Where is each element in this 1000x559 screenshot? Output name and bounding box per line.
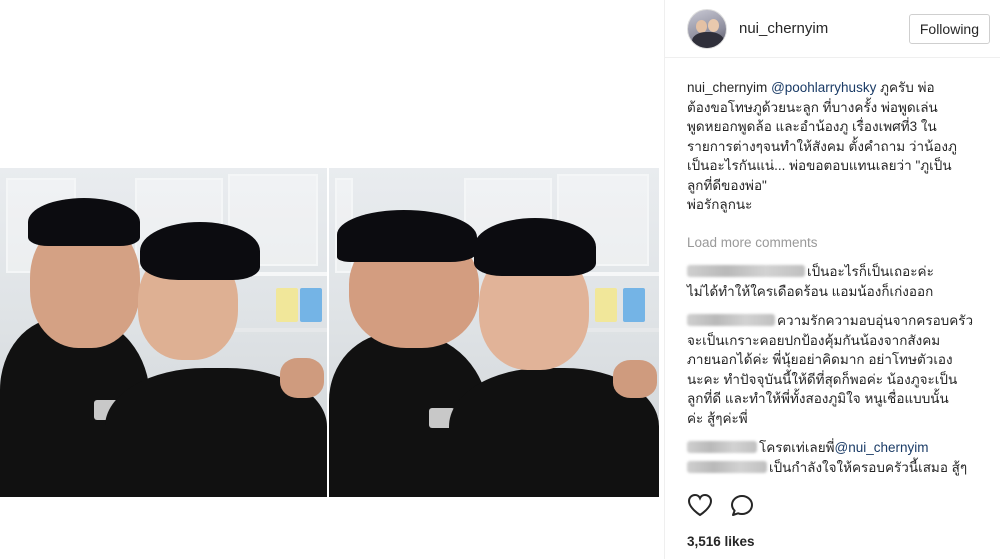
- blurred-username[interactable]: [687, 314, 775, 326]
- caption-line: พูดหยอกพูดล้อ และอำน้องภู เรื่องเพศที่3 …: [687, 119, 937, 134]
- comment-text: เป็นกำลังใจให้ครอบครัวนี้เสมอ สู้ๆ: [769, 459, 968, 475]
- post-header: nui_chernyim Following: [665, 0, 1000, 58]
- comment-text: ภายนอกได้ค่ะ พี่นุ้ยอย่าคิดมาก อย่าโทษตั…: [687, 352, 953, 367]
- comments-section: nui_chernyim @poohlarryhusky ภูครับ พ่อ …: [687, 78, 986, 477]
- blurred-username[interactable]: [687, 265, 805, 277]
- caption-line: ต้องขอโทษภูด้วยนะลูก ที่บางครั้ง พ่อพูดเ…: [687, 99, 938, 115]
- likes-count[interactable]: 3,516 likes: [687, 534, 755, 549]
- post-image-area[interactable]: [0, 0, 664, 559]
- comment-item: โครตเท่เลยพี่@nui_chernyim เป็นกำลังใจให…: [687, 438, 986, 477]
- comment-item: เป็นอะไรก็เป็นเถอะค่ะ ไม่ได้ทำให้ใครเดือ…: [687, 262, 986, 301]
- blurred-username[interactable]: [687, 460, 767, 473]
- following-button[interactable]: Following: [908, 13, 990, 44]
- caption-mention[interactable]: @poohlarryhusky: [771, 80, 876, 95]
- comment-text: ไม่ได้ทำให้ใครเดือดร้อน แอมน้องก็เก่งออก: [687, 283, 934, 299]
- comment-text: นะคะ ทำปัจจุบันนี้ให้ดีที่สุดก็พอค่ะ น้อ…: [687, 371, 958, 387]
- caption-username[interactable]: nui_chernyim: [687, 80, 767, 95]
- comment-text: ค่ะ สู้ๆค่ะพี่: [687, 410, 748, 426]
- caption-line: ลูกที่ดีของพ่อ": [687, 177, 767, 193]
- post-photo-right: [329, 168, 659, 497]
- post-caption: nui_chernyim @poohlarryhusky ภูครับ พ่อ …: [687, 78, 986, 215]
- caption-line: ภูครับ พ่อ: [876, 80, 935, 95]
- comment-text: จะเป็นเกราะคอยปกป้องคุ้มกันน้องจากสังคม: [687, 332, 941, 348]
- post-photo-left: [0, 168, 327, 497]
- caption-line: รายการต่างๆจนทำให้สังคม ตั้งคำถาม ว่าน้อ…: [687, 138, 957, 154]
- caption-line: เป็นอะไรกันแน่... พ่อขอตอบแทนเลยว่า "ภูเ…: [687, 158, 952, 173]
- comment-text: โครตเท่เลยพี่: [759, 440, 835, 455]
- avatar[interactable]: [687, 8, 727, 49]
- heart-icon[interactable]: [687, 493, 713, 517]
- comment-text: เป็นอะไรก็เป็นเถอะค่ะ: [807, 264, 934, 279]
- blurred-username[interactable]: [687, 441, 757, 453]
- load-more-comments-link[interactable]: Load more comments: [687, 233, 986, 253]
- header-username[interactable]: nui_chernyim: [739, 20, 909, 37]
- comment-text: ลูกที่ดี และทำให้พี่ทั้งสองภูมิใจ หนูเชื…: [687, 391, 949, 406]
- post-side-panel: nui_chernyim Following nui_chernyim @poo…: [664, 0, 1000, 559]
- caption-line: พ่อรักลูกนะ: [687, 197, 753, 212]
- comment-item: ความรักความอบอุ่นจากครอบครัว จะเป็นเกราะ…: [687, 311, 986, 428]
- comment-text: ความรักความอบอุ่นจากครอบครัว: [777, 313, 974, 328]
- comment-mention[interactable]: @nui_chernyim: [835, 440, 929, 455]
- post-actions: [687, 493, 755, 517]
- comment-icon[interactable]: [729, 493, 755, 517]
